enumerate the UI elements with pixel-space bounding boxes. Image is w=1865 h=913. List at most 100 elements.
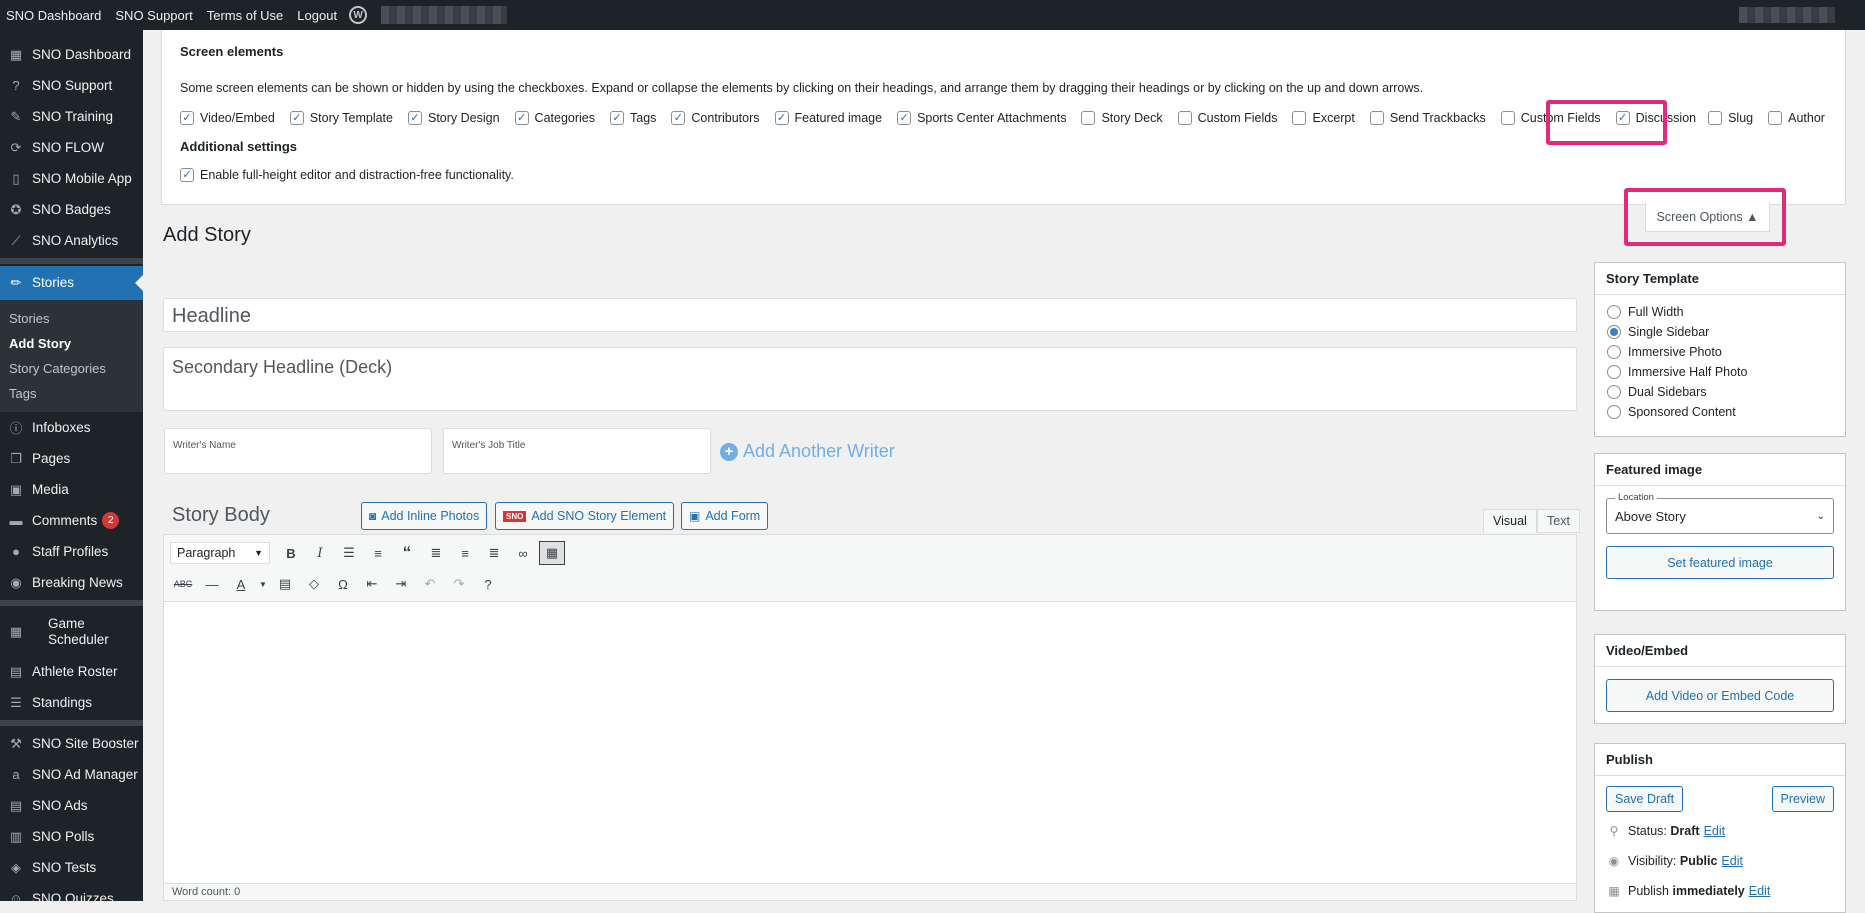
edit-visibility-link[interactable]: Edit [1721,854,1743,868]
blockquote-icon[interactable]: “ [394,541,420,565]
sidebar-item-breaking-news[interactable]: ◉ Breaking News [0,567,143,598]
checkbox-mark[interactable] [1768,111,1783,125]
align-left-icon[interactable]: ≣ [423,541,449,565]
chevron-down-icon[interactable]: ▼ [257,572,269,596]
sidebar-item-sno-dashboard[interactable]: ▦ SNO Dashboard [0,39,143,70]
redo-icon[interactable]: ↷ [446,572,472,596]
sidebar-item-sno-mobile-app[interactable]: ▯ SNO Mobile App [0,163,143,194]
radio-button[interactable] [1607,365,1621,379]
text-color-icon[interactable]: A [228,572,254,596]
radio-button[interactable] [1607,345,1621,359]
radio-immersive-half-photo[interactable]: Immersive Half Photo [1595,362,1845,382]
checkbox-story-design[interactable]: ✓ Story Design [407,111,500,125]
checkbox-mark[interactable] [1292,111,1307,125]
special-character-icon[interactable]: Ω [330,572,356,596]
radio-immersive-photo[interactable]: Immersive Photo [1595,342,1845,362]
radio-dual-sidebars[interactable]: Dual Sidebars [1595,382,1845,402]
location-select[interactable]: Location Above Story ⌄ [1606,492,1834,534]
submenu-item-tags[interactable]: Tags [0,381,143,406]
add-sno-story-element-button[interactable]: SNO Add SNO Story Element [495,502,675,530]
checkbox-mark[interactable] [1177,111,1192,125]
checkbox-custom-fields[interactable]: Custom Fields [1177,111,1277,125]
align-right-icon[interactable]: ≣ [481,541,507,565]
radio-button[interactable] [1607,305,1621,319]
sidebar-item-staff-profiles[interactable]: ● Staff Profiles [0,536,143,567]
toolbar-toggle-icon[interactable]: ▦ [539,541,565,565]
checkbox-video-embed[interactable]: ✓ Video/Embed [180,111,275,125]
add-another-writer-link[interactable]: + Add Another Writer [720,441,895,462]
sidebar-item-sno-badges[interactable]: ✪ SNO Badges [0,194,143,225]
sidebar-item-sno-site-booster[interactable]: ⚒ SNO Site Booster [0,728,143,759]
submenu-item-add-story[interactable]: Add Story [0,331,143,356]
checkbox-discussion[interactable]: ✓ Discussion [1615,111,1696,125]
checkbox-mark[interactable]: ✓ [774,111,789,125]
add-form-button[interactable]: ▣ Add Form [681,502,769,530]
sidebar-item-sno-flow[interactable]: ⟳ SNO FLOW [0,132,143,163]
adminbar-sno-support-link[interactable]: SNO Support [115,8,192,23]
checkbox-mark[interactable] [1081,111,1096,125]
sidebar-item-stories[interactable]: ✏ Stories [0,266,143,300]
set-featured-image-button[interactable]: Set featured image [1606,546,1834,579]
featured-image-heading[interactable]: Featured image [1595,454,1845,486]
checkbox-author[interactable]: Author [1768,111,1825,125]
undo-icon[interactable]: ↶ [417,572,443,596]
bold-icon[interactable]: B [278,541,304,565]
add-video-embed-button[interactable]: Add Video or Embed Code [1606,679,1834,712]
deck-input[interactable]: Secondary Headline (Deck) [163,347,1577,411]
user-account-redacted[interactable] [1739,7,1835,23]
checkbox-slug[interactable]: Slug [1708,111,1753,125]
bullet-list-icon[interactable]: ☰ [336,541,362,565]
sidebar-item-sno-quizzes[interactable]: ☺ SNO Quizzes [0,883,143,902]
checkbox-custom-fields-2[interactable]: Custom Fields [1500,111,1601,125]
sidebar-item-standings[interactable]: ☰ Standings [0,687,143,718]
checkbox-story-deck[interactable]: Story Deck [1081,111,1163,125]
adminbar-sno-dashboard-link[interactable]: SNO Dashboard [6,8,101,23]
sidebar-item-game-scheduler[interactable]: ▦ Game Scheduler [0,608,143,656]
strikethrough-icon[interactable]: ABC [170,572,196,596]
sidebar-item-sno-polls[interactable]: ▥ SNO Polls [0,821,143,852]
tab-visual[interactable]: Visual [1483,509,1537,533]
radio-button[interactable] [1607,405,1621,419]
paste-text-icon[interactable]: ▤ [272,572,298,596]
clear-formatting-icon[interactable]: ◇ [301,572,327,596]
publish-heading[interactable]: Publish [1595,744,1845,776]
checkbox-contributors[interactable]: ✓ Contributors [671,111,760,125]
checkbox-excerpt[interactable]: Excerpt [1292,111,1355,125]
align-center-icon[interactable]: ≡ [452,541,478,565]
site-name-redacted[interactable] [381,6,508,24]
adminbar-terms-link[interactable]: Terms of Use [207,8,284,23]
adminbar-logout-link[interactable]: Logout [297,8,337,23]
save-draft-button[interactable]: Save Draft [1606,786,1684,812]
checkbox-mark[interactable]: ✓ [407,111,422,125]
sidebar-item-sno-tests[interactable]: ◈ SNO Tests [0,852,143,883]
format-select[interactable]: Paragraph ▼ [170,542,270,564]
radio-single-sidebar[interactable]: Single Sidebar [1595,322,1845,342]
checkbox-mark[interactable]: ✓ [289,111,304,125]
checkbox-mark[interactable]: ✓ [897,111,912,125]
checkbox-mark[interactable]: ✓ [610,111,624,125]
checkbox-mark[interactable] [1500,111,1515,125]
indent-icon[interactable]: ⇥ [388,572,414,596]
preview-button[interactable]: Preview [1771,786,1834,812]
sidebar-item-comments[interactable]: ▬ Comments 2 [0,505,143,536]
edit-schedule-link[interactable]: Edit [1749,884,1771,898]
video-embed-heading[interactable]: Video/Embed [1595,635,1845,667]
checkbox-mark[interactable] [1369,111,1384,125]
link-icon[interactable]: ∞ [510,541,536,565]
screen-options-toggle-button[interactable]: Screen Options ▲ [1645,202,1770,232]
tab-text[interactable]: Text [1537,509,1580,533]
checkbox-mark[interactable]: ✓ [514,111,529,125]
checkbox-tags[interactable]: ✓ Tags [610,111,656,125]
writer-job-title-input[interactable]: Writer's Job Title [443,428,711,474]
sidebar-item-pages[interactable]: ❐ Pages [0,443,143,474]
add-inline-photos-button[interactable]: ◙ Add Inline Photos [361,502,488,530]
headline-input[interactable]: Headline [163,298,1577,332]
submenu-item-stories[interactable]: Stories [0,306,143,331]
checkbox-full-height-editor[interactable]: ✓ Enable full-height editor and distracti… [180,168,1812,182]
horizontal-line-icon[interactable]: — [199,572,225,596]
sidebar-item-sno-support[interactable]: ? SNO Support [0,70,143,101]
checkbox-mark[interactable]: ✓ [1615,111,1630,125]
outdent-icon[interactable]: ⇤ [359,572,385,596]
writer-name-input[interactable]: Writer's Name [164,428,432,474]
edit-status-link[interactable]: Edit [1704,824,1726,838]
